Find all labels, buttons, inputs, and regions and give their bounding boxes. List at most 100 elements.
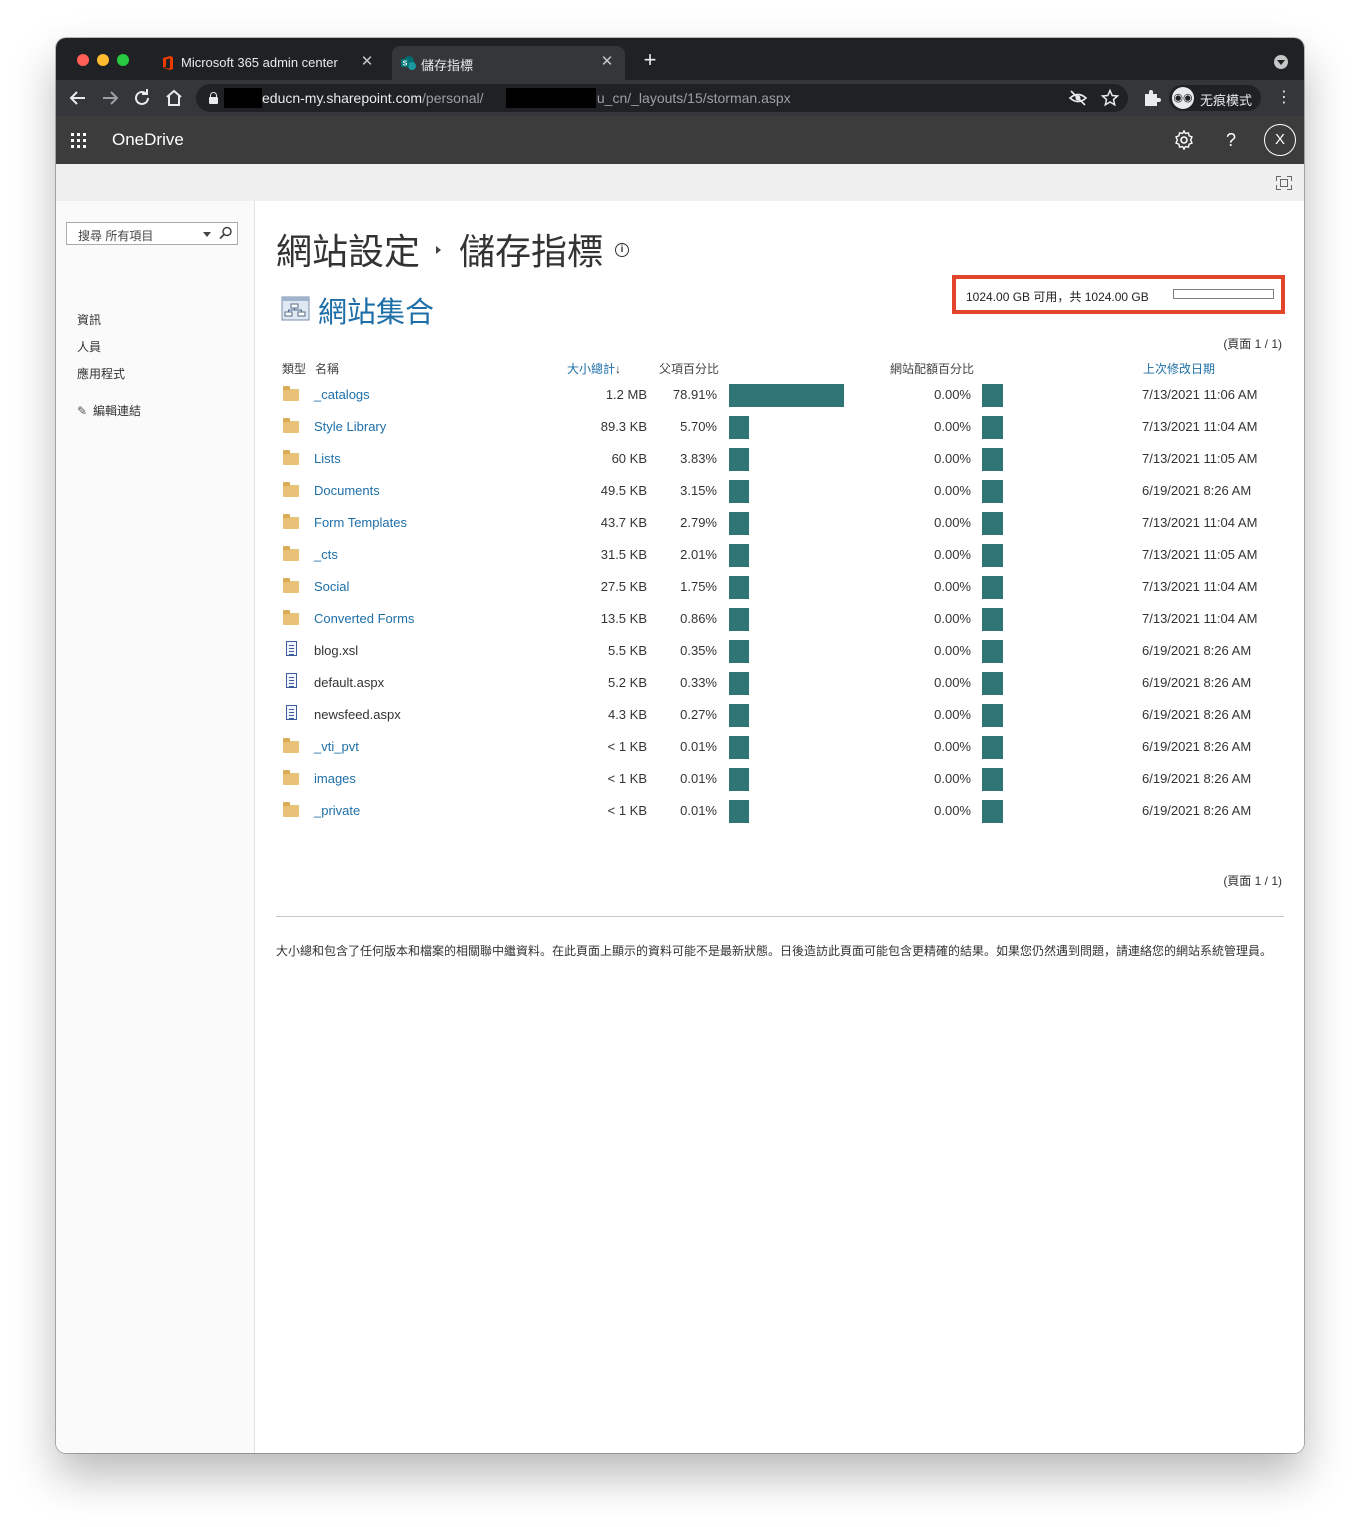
puzzle-icon[interactable] — [1140, 86, 1164, 110]
star-icon[interactable] — [1100, 88, 1120, 108]
table-row: blog.xsl 5.5 KB 0.35% 0.00% 6/19/2021 8:26 A… — [256, 638, 1304, 670]
kebab-icon[interactable]: ⋮ — [1276, 86, 1292, 110]
item-size: 27.5 KB — [600, 579, 647, 594]
parent-percent: 2.79% — [680, 515, 717, 530]
column-header-quota-percent: 網站配額百分比 — [890, 362, 975, 376]
search-icon[interactable] — [219, 226, 233, 240]
back-icon[interactable] — [66, 86, 90, 110]
item-name[interactable]: images — [314, 771, 356, 786]
minimize-window-button[interactable] — [97, 54, 109, 66]
app-name[interactable]: OneDrive — [112, 130, 184, 150]
parent-percent-bar — [729, 608, 749, 631]
quota-percent-bar — [982, 544, 1003, 567]
close-window-button[interactable] — [77, 54, 89, 66]
column-header-total-size[interactable]: 大小總計↓ — [567, 360, 621, 377]
parent-percent: 0.33% — [680, 675, 717, 690]
help-icon[interactable]: ? — [1219, 128, 1243, 152]
search-input[interactable]: 搜尋 所有項目 — [66, 222, 238, 245]
item-name: blog.xsl — [314, 643, 359, 658]
new-tab-button[interactable]: + — [638, 48, 662, 72]
browser-window: Microsoft 365 admin center ✕ S 儲存指標 ✕ + … — [56, 38, 1304, 1453]
column-header-name: 名稱 — [315, 362, 340, 376]
folder-icon — [283, 514, 299, 529]
item-size: < 1 KB — [607, 771, 647, 786]
item-name[interactable]: Style Library — [314, 419, 386, 434]
quota-percent: 0.00% — [934, 547, 971, 562]
quota-percent-bar — [982, 448, 1003, 471]
item-name[interactable]: _private — [314, 803, 360, 818]
tab-title: Microsoft 365 admin center — [181, 55, 338, 70]
table-row: Social 27.5 KB 1.75% 0.00% 7/13/2021 11:04 A… — [256, 574, 1304, 606]
item-name[interactable]: Converted Forms — [314, 611, 414, 626]
tab-search-icon[interactable] — [1274, 55, 1288, 69]
table-row: images < 1 KB 0.01% 0.00% 6/19/2021 8:26 AM — [256, 766, 1304, 798]
zoom-window-button[interactable] — [117, 54, 129, 66]
modified-date: 7/13/2021 11:05 AM — [1142, 451, 1258, 466]
item-name[interactable]: Lists — [314, 451, 341, 466]
incognito-badge[interactable]: ◉◉ 无痕模式 — [1169, 85, 1261, 111]
tab-close-icon[interactable]: ✕ — [597, 52, 617, 70]
modified-date: 6/19/2021 8:26 AM — [1142, 483, 1252, 498]
info-icon[interactable]: i — [615, 243, 629, 257]
quota-percent-bar — [982, 384, 1003, 407]
modified-date: 7/13/2021 11:04 AM — [1142, 419, 1258, 434]
avatar[interactable]: X — [1264, 124, 1296, 156]
nav-item-people[interactable]: 人員 — [77, 338, 101, 355]
item-name[interactable]: _cts — [314, 547, 338, 562]
focus-mode-icon[interactable] — [1276, 176, 1292, 190]
item-name[interactable]: Social — [314, 579, 349, 594]
item-name: newsfeed.aspx — [314, 707, 401, 722]
edit-links-button[interactable]: ✎ 編輯連結 — [77, 402, 141, 419]
storage-quota-summary: 1024.00 GB 可用，共 1024.00 GB — [952, 275, 1285, 314]
item-size: 1.2 MB — [605, 387, 647, 402]
folder-icon — [283, 738, 299, 753]
nav-item-info[interactable]: 資訊 — [77, 311, 101, 328]
tab-strip: Microsoft 365 admin center ✕ S 儲存指標 ✕ + — [56, 38, 1304, 80]
breadcrumb-parent[interactable]: 網站設定 — [276, 223, 420, 275]
incognito-icon: ◉◉ — [1172, 87, 1194, 109]
chevron-down-icon[interactable] — [203, 232, 211, 237]
lock-icon[interactable] — [209, 92, 218, 104]
main-content: 網站設定 儲存指標 i 網站集合 1024.00 GB 可用，共 1024.00… — [256, 201, 1304, 1453]
site-collection-icon — [281, 296, 310, 321]
app-launcher-icon[interactable] — [71, 133, 87, 149]
folder-icon — [283, 482, 299, 497]
item-size: 31.5 KB — [600, 547, 647, 562]
gear-icon[interactable] — [1172, 128, 1196, 152]
quota-percent: 0.00% — [934, 803, 971, 818]
column-header-modified[interactable]: 上次修改日期 — [1143, 360, 1215, 377]
office-icon — [163, 56, 173, 70]
table-row: _private < 1 KB 0.01% 0.00% 6/19/2021 8:26 A… — [256, 798, 1304, 830]
modified-date: 6/19/2021 8:26 AM — [1142, 771, 1252, 786]
modified-date: 7/13/2021 11:04 AM — [1142, 611, 1258, 626]
tab-microsoft-365-admin[interactable]: Microsoft 365 admin center ✕ — [152, 46, 385, 80]
address-bar[interactable]: educn-my.sharepoint.com/personal/_edu_cn… — [196, 84, 1128, 112]
parent-percent: 3.15% — [680, 483, 717, 498]
item-size: 13.5 KB — [600, 611, 647, 626]
item-name[interactable]: _catalogs — [314, 387, 370, 402]
modified-date: 6/19/2021 8:26 AM — [1142, 739, 1252, 754]
sharepoint-icon: S — [401, 56, 416, 70]
table-row: Form Templates 43.7 KB 2.79% 0.00% 7/13/2021… — [256, 510, 1304, 542]
site-collection-link[interactable]: 網站集合 — [318, 289, 434, 331]
eye-off-icon[interactable] — [1068, 88, 1088, 108]
forward-icon[interactable] — [98, 86, 122, 110]
tab-storage-metrics[interactable]: S 儲存指標 ✕ — [392, 46, 625, 80]
nav-item-apps[interactable]: 應用程式 — [77, 365, 125, 382]
quota-percent-bar — [982, 576, 1003, 599]
item-name[interactable]: Form Templates — [314, 515, 407, 530]
parent-percent-bar — [729, 384, 844, 407]
parent-percent: 0.27% — [680, 707, 717, 722]
folder-icon — [283, 546, 299, 561]
reload-icon[interactable] — [130, 86, 154, 110]
item-size: 60 KB — [611, 451, 647, 466]
home-icon[interactable] — [162, 86, 186, 110]
item-name[interactable]: _vti_pvt — [314, 739, 359, 754]
parent-percent-bar — [729, 704, 749, 727]
tab-close-icon[interactable]: ✕ — [357, 52, 377, 70]
table-row: _catalogs 1.2 MB 78.91% 0.00% 7/13/2021 11:0… — [256, 382, 1304, 414]
file-icon — [286, 641, 297, 656]
item-size: 43.7 KB — [600, 515, 647, 530]
parent-percent-bar — [729, 736, 749, 759]
item-name[interactable]: Documents — [314, 483, 380, 498]
